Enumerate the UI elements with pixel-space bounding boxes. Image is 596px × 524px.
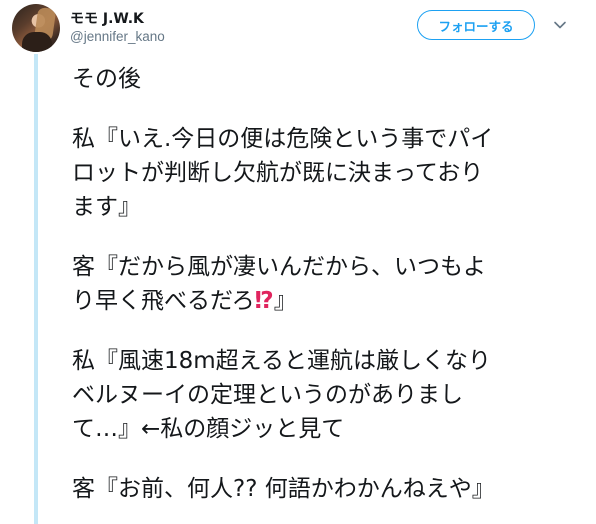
tweet-line: て…』←私の顔ジッと見て <box>72 416 345 442</box>
tweet: モモ J.W.K @jennifer_kano フォローする その後 私『いえ.… <box>0 0 596 524</box>
tweet-line: ロットが判断し欠航が既に決まっており <box>72 160 484 186</box>
tweet-line: その後 <box>72 66 141 92</box>
tweet-line: ベルヌーイの定理というのがありまし <box>72 382 463 408</box>
tweet-line: り早く飛べるだろ⁉』 <box>72 284 592 318</box>
avatar[interactable] <box>12 4 60 52</box>
author-handle[interactable]: @jennifer_kano <box>70 29 165 44</box>
thread-line <box>34 54 38 524</box>
tweet-line: 私『いえ.今日の便は危険という事でパイ <box>72 126 494 152</box>
tweet-text-segment: 』 <box>273 288 297 314</box>
exclamation-question-mark-emoji: ⁉ <box>254 288 274 314</box>
tweet-text: その後 私『いえ.今日の便は危険という事でパイ ロットが判断し欠航が既に決まって… <box>72 62 592 506</box>
tweet-line: 私『風速18m超えると運航は厳しくなり <box>72 348 491 374</box>
avatar-figure <box>22 32 52 52</box>
follow-button[interactable]: フォローする <box>417 10 535 40</box>
tweet-text-segment: り早く飛べるだろ <box>72 288 255 314</box>
chevron-down-icon[interactable] <box>552 17 568 33</box>
tweet-line: 客『だから風が凄いんだから、いつもよ <box>72 254 486 280</box>
tweet-line: 客『お前、何人?? 何語かわかんねえや』 <box>72 476 495 502</box>
author-display-name[interactable]: モモ J.W.K <box>70 8 144 28</box>
tweet-line: ます』 <box>72 194 141 220</box>
